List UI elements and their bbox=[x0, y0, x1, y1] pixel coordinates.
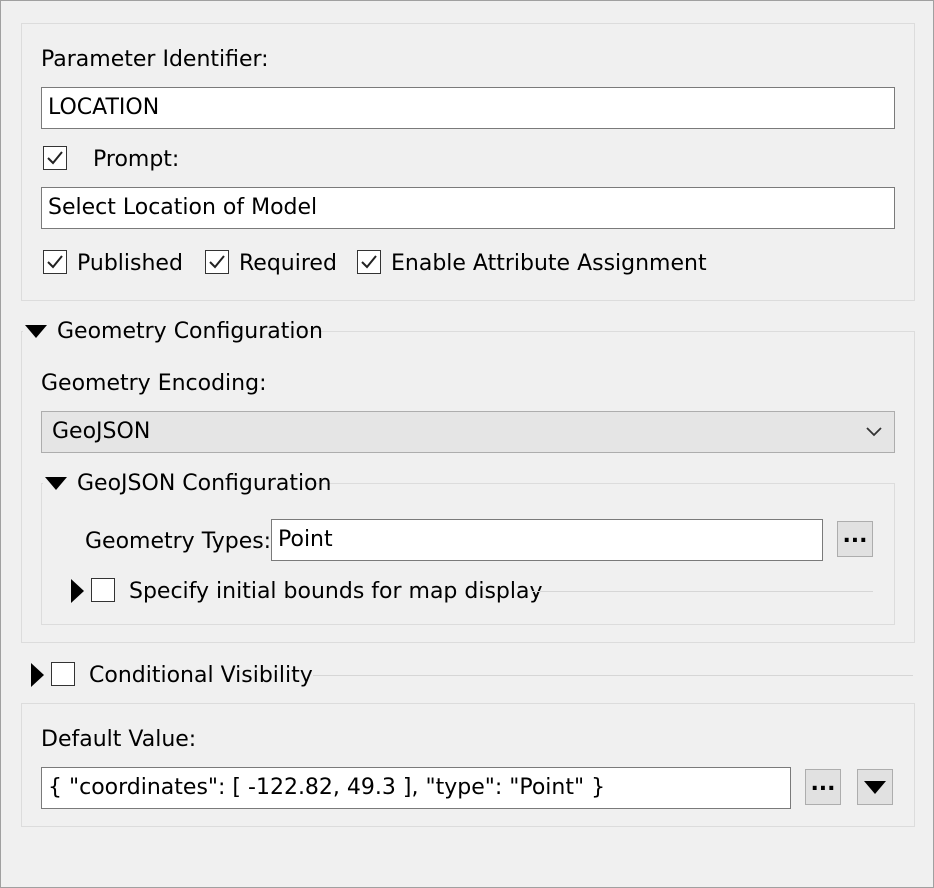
attribute-assignment-label: Enable Attribute Assignment bbox=[391, 251, 707, 276]
initial-bounds-label: Specify initial bounds for map display bbox=[129, 579, 543, 604]
default-value-browse-button[interactable]: ... bbox=[805, 769, 841, 805]
geometry-types-input[interactable]: Point bbox=[271, 519, 823, 561]
geometry-config-header[interactable]: Geometry Configuration bbox=[23, 317, 323, 347]
chevron-down-icon bbox=[866, 427, 882, 437]
expand-down-icon bbox=[25, 325, 47, 338]
default-value-menu-button[interactable] bbox=[857, 769, 893, 805]
required-label: Required bbox=[239, 251, 337, 276]
conditional-visibility-divider bbox=[313, 675, 913, 676]
geojson-config-header[interactable]: GeoJSON Configuration bbox=[43, 469, 331, 499]
geometry-types-label: Geometry Types: bbox=[85, 529, 272, 554]
initial-bounds-checkbox[interactable] bbox=[91, 578, 115, 602]
initial-bounds-divider bbox=[531, 591, 873, 592]
expand-right-icon[interactable] bbox=[71, 579, 85, 603]
attribute-assignment-checkbox[interactable] bbox=[357, 250, 381, 274]
published-checkbox[interactable] bbox=[43, 250, 67, 274]
conditional-visibility-label: Conditional Visibility bbox=[89, 663, 313, 688]
required-checkbox[interactable] bbox=[205, 250, 229, 274]
expand-right-icon[interactable] bbox=[31, 663, 45, 687]
geometry-encoding-value: GeoJSON bbox=[52, 419, 151, 444]
geojson-config-title: GeoJSON Configuration bbox=[77, 471, 332, 496]
check-icon bbox=[361, 255, 377, 269]
check-icon bbox=[47, 151, 63, 165]
geometry-types-browse-button[interactable]: ... bbox=[837, 521, 873, 557]
geometry-encoding-label: Geometry Encoding: bbox=[41, 371, 267, 396]
geometry-encoding-select[interactable]: GeoJSON bbox=[41, 411, 895, 453]
published-label: Published bbox=[77, 251, 183, 276]
dropdown-arrow-icon bbox=[864, 781, 886, 794]
prompt-input[interactable]: Select Location of Model bbox=[41, 187, 895, 229]
check-icon bbox=[47, 255, 63, 269]
parameter-identifier-label: Parameter Identifier: bbox=[41, 47, 269, 72]
check-icon bbox=[209, 255, 225, 269]
geometry-config-title: Geometry Configuration bbox=[57, 319, 323, 344]
default-value-label: Default Value: bbox=[41, 727, 197, 752]
parameter-identifier-input[interactable]: LOCATION bbox=[41, 87, 895, 129]
expand-down-icon bbox=[45, 477, 67, 490]
conditional-visibility-checkbox[interactable] bbox=[51, 662, 75, 686]
prompt-label: Prompt: bbox=[93, 147, 180, 172]
parameter-editor-panel: Parameter Identifier: LOCATION Prompt: S… bbox=[0, 0, 934, 888]
prompt-checkbox[interactable] bbox=[43, 146, 67, 170]
default-value-input[interactable]: { "coordinates": [ -122.82, 49.3 ], "typ… bbox=[41, 767, 791, 809]
